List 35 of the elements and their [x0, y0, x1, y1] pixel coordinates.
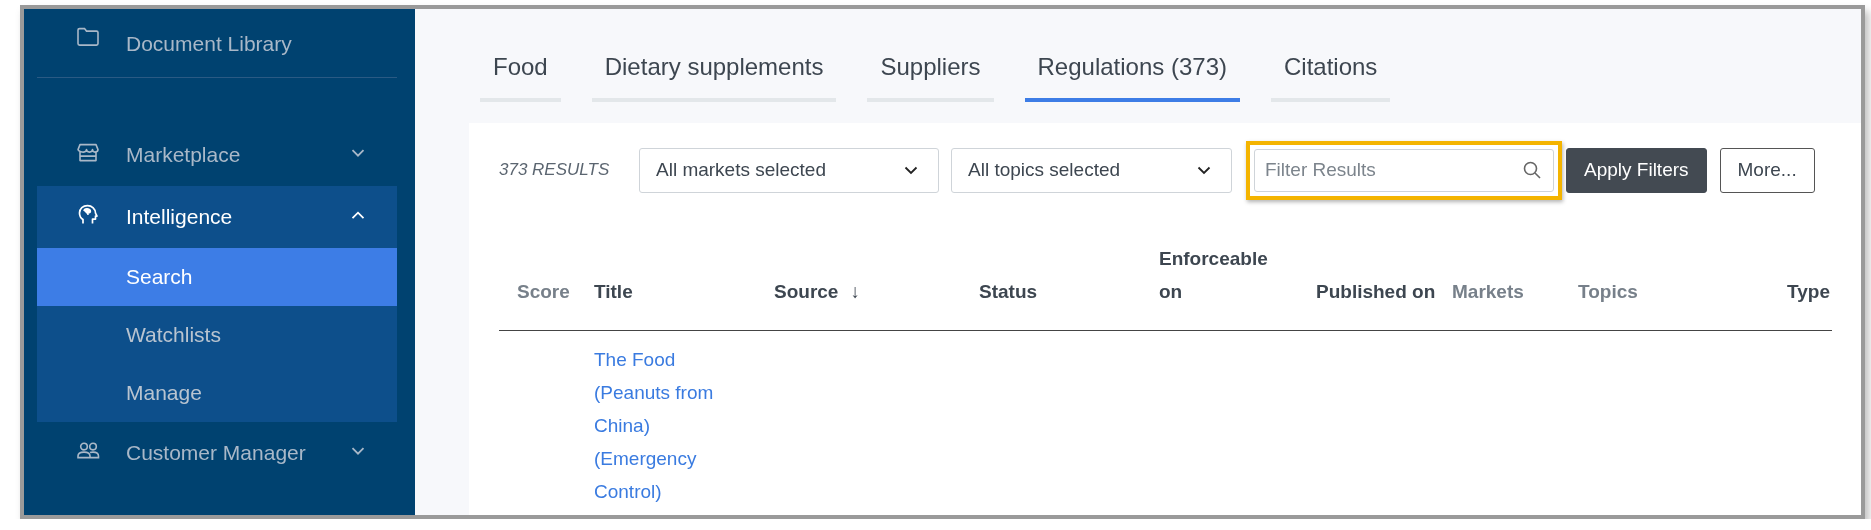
submenu-item[interactable]: Manage — [37, 364, 397, 422]
sort-indicator: ↓ — [850, 280, 860, 304]
column-header[interactable]: Topics — [1578, 237, 1754, 331]
column-header[interactable]: Score — [499, 237, 594, 331]
submenu-item[interactable]: Search — [37, 248, 397, 306]
column-header[interactable]: Title — [594, 237, 774, 331]
tab[interactable]: Citations — [1271, 53, 1391, 102]
apply-filters-button[interactable]: Apply Filters — [1566, 147, 1707, 193]
submenu-item[interactable]: Watchlists — [37, 306, 397, 364]
caret-icon — [904, 165, 918, 175]
dropdown[interactable]: All topics selected — [951, 147, 1232, 193]
dropdown[interactable]: All markets selected — [639, 147, 939, 193]
tab[interactable]: Regulations (373) — [1024, 53, 1240, 102]
more-button[interactable]: More... — [1719, 147, 1815, 193]
search-icon — [1522, 159, 1542, 180]
column-header[interactable]: Published on — [1316, 237, 1452, 331]
column-header[interactable]: Type — [1754, 237, 1832, 331]
sidebar-item[interactable]: Customer Manager — [37, 422, 397, 484]
search-field[interactable]: Filter Results — [1254, 148, 1554, 192]
collapse-caret-icon — [351, 210, 365, 220]
tab[interactable]: Food — [480, 53, 561, 102]
tab[interactable]: Suppliers — [867, 53, 994, 102]
sidebar-item[interactable]: Document Library — [37, 9, 397, 69]
results-count: 373 RESULTS — [499, 160, 611, 180]
sidebar-item[interactable]: Intelligence — [37, 186, 397, 248]
column-header[interactable]: Markets — [1452, 237, 1578, 331]
caret-icon — [1197, 165, 1211, 175]
column-header[interactable]: Status — [979, 237, 1159, 331]
expand-caret-icon — [351, 148, 365, 158]
expand-caret-icon — [351, 446, 365, 456]
column-header[interactable]: Enforceable on — [1159, 237, 1316, 331]
title-link[interactable]: The Food (Peanuts from China) (Emergency Control) — [594, 343, 729, 508]
sidebar-item[interactable]: Marketplace — [37, 124, 397, 186]
column-header[interactable]: Source ↓ — [774, 237, 979, 331]
tab[interactable]: Dietary supplements — [591, 53, 837, 102]
